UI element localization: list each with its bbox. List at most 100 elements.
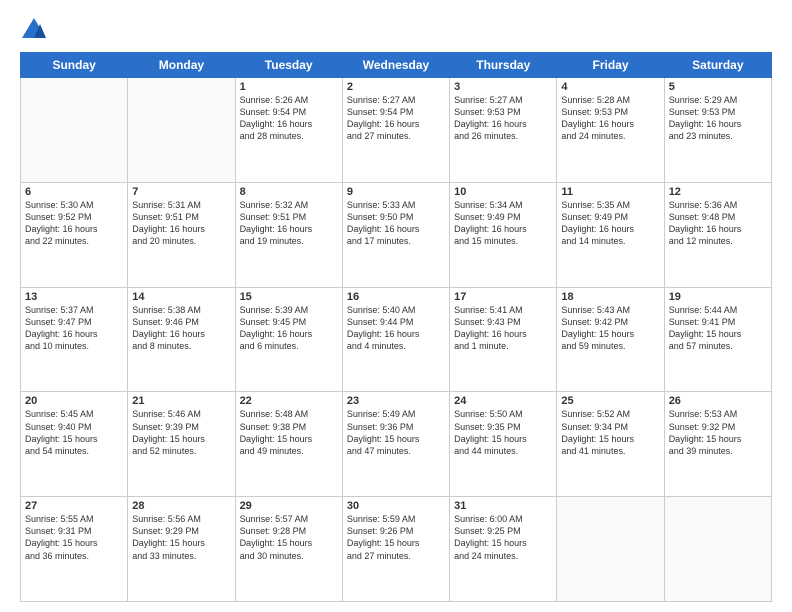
header (20, 16, 772, 44)
calendar-cell: 3Sunrise: 5:27 AM Sunset: 9:53 PM Daylig… (450, 78, 557, 183)
day-number: 26 (669, 395, 767, 407)
cell-content: Sunrise: 5:27 AM Sunset: 9:54 PM Dayligh… (347, 94, 445, 143)
cell-content: Sunrise: 5:50 AM Sunset: 9:35 PM Dayligh… (454, 408, 552, 457)
calendar-cell: 30Sunrise: 5:59 AM Sunset: 9:26 PM Dayli… (342, 497, 449, 602)
cell-content: Sunrise: 5:46 AM Sunset: 9:39 PM Dayligh… (132, 408, 230, 457)
calendar-cell: 15Sunrise: 5:39 AM Sunset: 9:45 PM Dayli… (235, 287, 342, 392)
cell-content: Sunrise: 5:53 AM Sunset: 9:32 PM Dayligh… (669, 408, 767, 457)
cell-content: Sunrise: 5:59 AM Sunset: 9:26 PM Dayligh… (347, 513, 445, 562)
calendar-cell: 21Sunrise: 5:46 AM Sunset: 9:39 PM Dayli… (128, 392, 235, 497)
cell-content: Sunrise: 5:38 AM Sunset: 9:46 PM Dayligh… (132, 304, 230, 353)
calendar-cell: 28Sunrise: 5:56 AM Sunset: 9:29 PM Dayli… (128, 497, 235, 602)
calendar-cell: 5Sunrise: 5:29 AM Sunset: 9:53 PM Daylig… (664, 78, 771, 183)
day-header-sunday: Sunday (21, 53, 128, 78)
day-number: 2 (347, 81, 445, 93)
day-number: 31 (454, 500, 552, 512)
cell-content: Sunrise: 5:33 AM Sunset: 9:50 PM Dayligh… (347, 199, 445, 248)
calendar-cell: 6Sunrise: 5:30 AM Sunset: 9:52 PM Daylig… (21, 182, 128, 287)
calendar-cell: 31Sunrise: 6:00 AM Sunset: 9:25 PM Dayli… (450, 497, 557, 602)
calendar-week-1: 1Sunrise: 5:26 AM Sunset: 9:54 PM Daylig… (21, 78, 772, 183)
day-number: 8 (240, 186, 338, 198)
day-number: 5 (669, 81, 767, 93)
cell-content: Sunrise: 5:52 AM Sunset: 9:34 PM Dayligh… (561, 408, 659, 457)
day-number: 6 (25, 186, 123, 198)
logo (20, 16, 50, 44)
cell-content: Sunrise: 5:45 AM Sunset: 9:40 PM Dayligh… (25, 408, 123, 457)
cell-content: Sunrise: 5:44 AM Sunset: 9:41 PM Dayligh… (669, 304, 767, 353)
calendar-cell: 19Sunrise: 5:44 AM Sunset: 9:41 PM Dayli… (664, 287, 771, 392)
cell-content: Sunrise: 5:28 AM Sunset: 9:53 PM Dayligh… (561, 94, 659, 143)
page: SundayMondayTuesdayWednesdayThursdayFrid… (0, 0, 792, 612)
calendar-cell: 27Sunrise: 5:55 AM Sunset: 9:31 PM Dayli… (21, 497, 128, 602)
calendar-cell: 17Sunrise: 5:41 AM Sunset: 9:43 PM Dayli… (450, 287, 557, 392)
cell-content: Sunrise: 5:48 AM Sunset: 9:38 PM Dayligh… (240, 408, 338, 457)
calendar-cell (21, 78, 128, 183)
cell-content: Sunrise: 5:27 AM Sunset: 9:53 PM Dayligh… (454, 94, 552, 143)
cell-content: Sunrise: 5:34 AM Sunset: 9:49 PM Dayligh… (454, 199, 552, 248)
calendar-cell: 24Sunrise: 5:50 AM Sunset: 9:35 PM Dayli… (450, 392, 557, 497)
day-header-wednesday: Wednesday (342, 53, 449, 78)
day-number: 12 (669, 186, 767, 198)
cell-content: Sunrise: 5:37 AM Sunset: 9:47 PM Dayligh… (25, 304, 123, 353)
day-number: 11 (561, 186, 659, 198)
day-number: 17 (454, 291, 552, 303)
day-number: 1 (240, 81, 338, 93)
day-number: 13 (25, 291, 123, 303)
calendar-cell: 9Sunrise: 5:33 AM Sunset: 9:50 PM Daylig… (342, 182, 449, 287)
day-number: 3 (454, 81, 552, 93)
day-number: 25 (561, 395, 659, 407)
day-header-tuesday: Tuesday (235, 53, 342, 78)
day-number: 4 (561, 81, 659, 93)
calendar-cell: 4Sunrise: 5:28 AM Sunset: 9:53 PM Daylig… (557, 78, 664, 183)
day-number: 15 (240, 291, 338, 303)
calendar-cell: 7Sunrise: 5:31 AM Sunset: 9:51 PM Daylig… (128, 182, 235, 287)
day-number: 9 (347, 186, 445, 198)
cell-content: Sunrise: 6:00 AM Sunset: 9:25 PM Dayligh… (454, 513, 552, 562)
calendar-cell: 1Sunrise: 5:26 AM Sunset: 9:54 PM Daylig… (235, 78, 342, 183)
day-number: 28 (132, 500, 230, 512)
calendar-cell: 2Sunrise: 5:27 AM Sunset: 9:54 PM Daylig… (342, 78, 449, 183)
day-number: 20 (25, 395, 123, 407)
day-header-saturday: Saturday (664, 53, 771, 78)
day-number: 10 (454, 186, 552, 198)
calendar-cell (664, 497, 771, 602)
calendar-cell (128, 78, 235, 183)
day-number: 23 (347, 395, 445, 407)
day-number: 24 (454, 395, 552, 407)
cell-content: Sunrise: 5:30 AM Sunset: 9:52 PM Dayligh… (25, 199, 123, 248)
cell-content: Sunrise: 5:32 AM Sunset: 9:51 PM Dayligh… (240, 199, 338, 248)
day-number: 30 (347, 500, 445, 512)
cell-content: Sunrise: 5:57 AM Sunset: 9:28 PM Dayligh… (240, 513, 338, 562)
calendar-cell: 22Sunrise: 5:48 AM Sunset: 9:38 PM Dayli… (235, 392, 342, 497)
day-header-monday: Monday (128, 53, 235, 78)
calendar-week-3: 13Sunrise: 5:37 AM Sunset: 9:47 PM Dayli… (21, 287, 772, 392)
calendar-cell: 18Sunrise: 5:43 AM Sunset: 9:42 PM Dayli… (557, 287, 664, 392)
day-number: 18 (561, 291, 659, 303)
calendar-cell: 29Sunrise: 5:57 AM Sunset: 9:28 PM Dayli… (235, 497, 342, 602)
logo-icon (20, 16, 48, 44)
calendar-cell: 26Sunrise: 5:53 AM Sunset: 9:32 PM Dayli… (664, 392, 771, 497)
day-number: 16 (347, 291, 445, 303)
day-header-friday: Friday (557, 53, 664, 78)
calendar-cell: 14Sunrise: 5:38 AM Sunset: 9:46 PM Dayli… (128, 287, 235, 392)
cell-content: Sunrise: 5:43 AM Sunset: 9:42 PM Dayligh… (561, 304, 659, 353)
cell-content: Sunrise: 5:56 AM Sunset: 9:29 PM Dayligh… (132, 513, 230, 562)
day-number: 19 (669, 291, 767, 303)
calendar-cell: 10Sunrise: 5:34 AM Sunset: 9:49 PM Dayli… (450, 182, 557, 287)
cell-content: Sunrise: 5:39 AM Sunset: 9:45 PM Dayligh… (240, 304, 338, 353)
cell-content: Sunrise: 5:31 AM Sunset: 9:51 PM Dayligh… (132, 199, 230, 248)
calendar-cell: 13Sunrise: 5:37 AM Sunset: 9:47 PM Dayli… (21, 287, 128, 392)
calendar-week-4: 20Sunrise: 5:45 AM Sunset: 9:40 PM Dayli… (21, 392, 772, 497)
calendar-cell: 16Sunrise: 5:40 AM Sunset: 9:44 PM Dayli… (342, 287, 449, 392)
cell-content: Sunrise: 5:41 AM Sunset: 9:43 PM Dayligh… (454, 304, 552, 353)
cell-content: Sunrise: 5:55 AM Sunset: 9:31 PM Dayligh… (25, 513, 123, 562)
day-number: 14 (132, 291, 230, 303)
day-number: 7 (132, 186, 230, 198)
cell-content: Sunrise: 5:35 AM Sunset: 9:49 PM Dayligh… (561, 199, 659, 248)
day-number: 27 (25, 500, 123, 512)
calendar-cell: 12Sunrise: 5:36 AM Sunset: 9:48 PM Dayli… (664, 182, 771, 287)
calendar-cell (557, 497, 664, 602)
calendar-week-5: 27Sunrise: 5:55 AM Sunset: 9:31 PM Dayli… (21, 497, 772, 602)
day-number: 22 (240, 395, 338, 407)
day-number: 21 (132, 395, 230, 407)
